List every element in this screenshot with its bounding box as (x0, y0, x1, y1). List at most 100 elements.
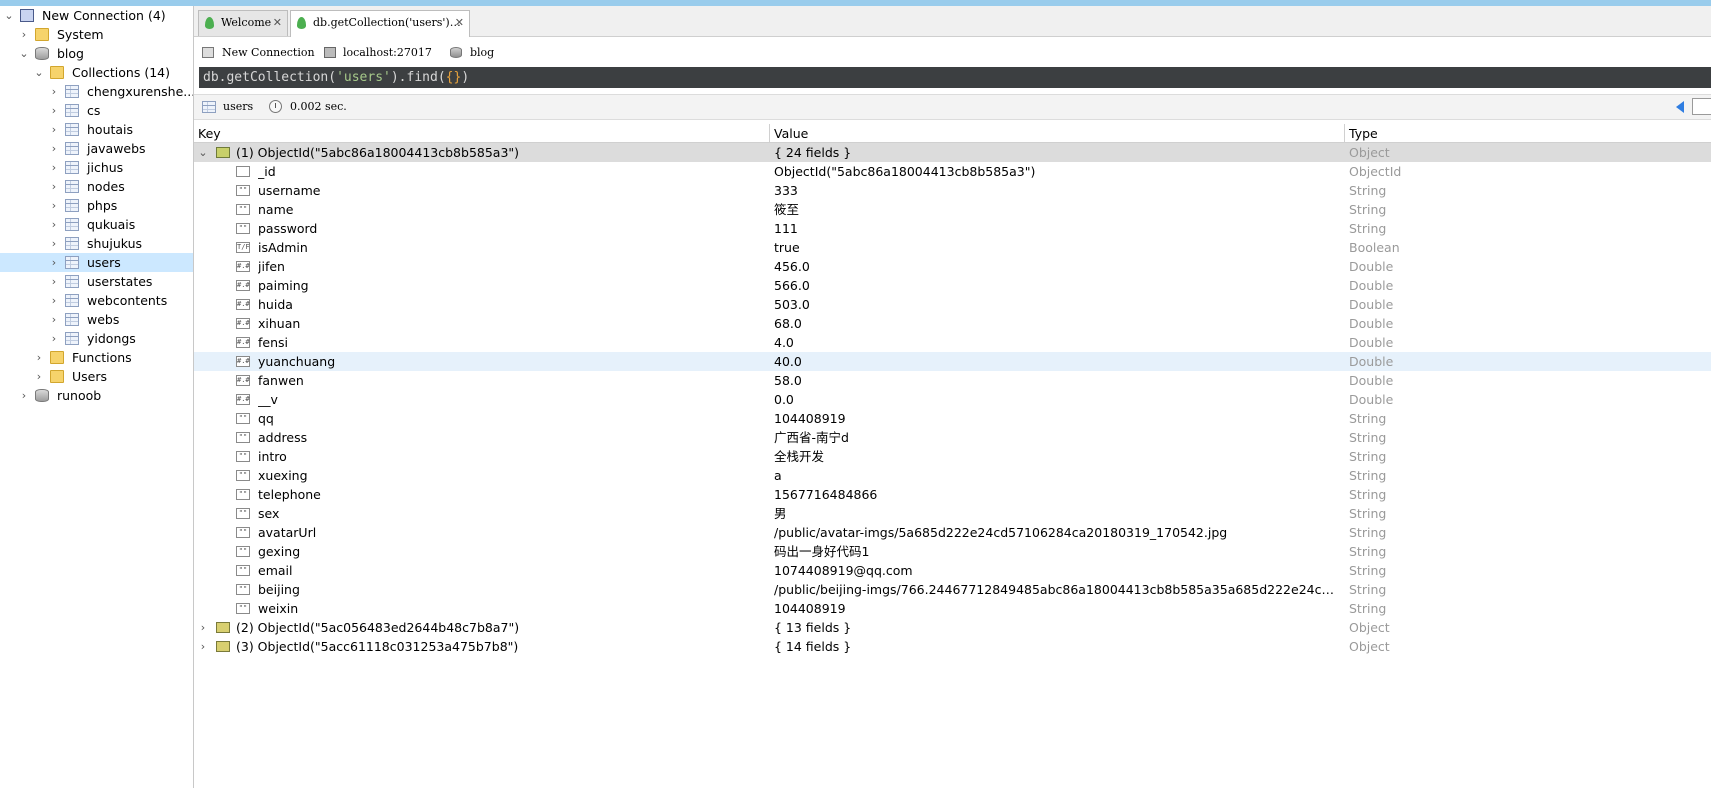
sidebar-item-system[interactable]: › System (0, 25, 193, 44)
field-row[interactable]: "" gexing 码出一身好代码1 String (194, 542, 1711, 561)
chevron-right-icon[interactable]: › (49, 101, 59, 120)
chevron-right-icon[interactable]: › (198, 637, 208, 656)
chevron-right-icon[interactable]: › (34, 367, 44, 386)
chevron-right-icon[interactable]: › (49, 158, 59, 177)
field-row[interactable]: "" password 111 String (194, 219, 1711, 238)
number-type-icon: #.# (236, 299, 250, 310)
sidebar-item-new-connection-4[interactable]: ⌄ New Connection (4) (0, 6, 193, 25)
document-row[interactable]: ⌄ (1) ObjectId("5abc86a18004413cb8b585a3"… (194, 143, 1711, 162)
type-cell: String (1349, 601, 1387, 616)
chevron-down-icon[interactable]: ⌄ (19, 44, 29, 63)
close-icon[interactable]: ✕ (273, 11, 282, 35)
column-header-type[interactable]: Type (1345, 124, 1711, 143)
query-filter: {} (445, 70, 462, 85)
field-row[interactable]: "" name 筱至 String (194, 200, 1711, 219)
sidebar-item-nodes[interactable]: › nodes (0, 177, 193, 196)
field-row[interactable]: "" address 广西省-南宁d String (194, 428, 1711, 447)
chevron-right-icon[interactable]: › (49, 291, 59, 310)
connection-name: New Connection (222, 46, 315, 59)
query-editor[interactable]: db.getCollection('users').find({}) (199, 67, 1711, 88)
key-cell: beijing (258, 582, 300, 597)
field-row[interactable]: "" qq 104408919 String (194, 409, 1711, 428)
tab-welcome[interactable]: Welcome ✕ (198, 10, 288, 36)
field-row[interactable]: #.# huida 503.0 Double (194, 295, 1711, 314)
sidebar-item-label: New Connection (4) (42, 8, 166, 23)
sidebar-item-cs[interactable]: › cs (0, 101, 193, 120)
field-row[interactable]: "" sex 男 String (194, 504, 1711, 523)
sidebar-item-yidongs[interactable]: › yidongs (0, 329, 193, 348)
field-row[interactable]: "" telephone 1567716484866 String (194, 485, 1711, 504)
sidebar-item-users[interactable]: › users (0, 253, 193, 272)
sidebar-item-jichus[interactable]: › jichus (0, 158, 193, 177)
chevron-right-icon[interactable]: › (198, 618, 208, 637)
result-collection: users (223, 100, 254, 113)
chevron-down-icon[interactable]: ⌄ (198, 143, 208, 162)
sidebar-item-collections-14[interactable]: ⌄ Collections (14) (0, 63, 193, 82)
chevron-right-icon[interactable]: › (49, 82, 59, 101)
field-row[interactable]: _id ObjectId("5abc86a18004413cb8b585a3") O… (194, 162, 1711, 181)
sidebar-item-runoob[interactable]: › runoob (0, 386, 193, 405)
field-row[interactable]: #.# fanwen 58.0 Double (194, 371, 1711, 390)
field-row[interactable]: "" beijing/public/beijing-imgs/766.244677… (194, 580, 1711, 599)
string-type-icon: "" (236, 413, 250, 424)
field-row[interactable]: #.# jifen 456.0 Double (194, 257, 1711, 276)
sidebar-item-label: houtais (87, 122, 134, 137)
field-row[interactable]: "" intro 全栈开发 String (194, 447, 1711, 466)
chevron-right-icon[interactable]: › (49, 139, 59, 158)
field-row[interactable]: #.# fensi 4.0 Double (194, 333, 1711, 352)
collection-icon (65, 199, 79, 212)
connection-tree[interactable]: ⌄ New Connection (4) › System ⌄ blog ⌄ Collecti… (0, 6, 194, 788)
sidebar-item-users[interactable]: › Users (0, 367, 193, 386)
sidebar-item-functions[interactable]: › Functions (0, 348, 193, 367)
string-type-icon: "" (236, 223, 250, 234)
field-row[interactable]: "" weixin 104408919 String (194, 599, 1711, 618)
chevron-right-icon[interactable]: › (19, 25, 29, 44)
sidebar-item-chengxurenshe[interactable]: › chengxurenshe... (0, 82, 193, 101)
chevron-right-icon[interactable]: › (34, 348, 44, 367)
page-size-input[interactable] (1692, 98, 1711, 115)
chevron-down-icon[interactable]: ⌄ (4, 6, 14, 25)
sidebar-item-qukuais[interactable]: › qukuais (0, 215, 193, 234)
chevron-right-icon[interactable]: › (49, 177, 59, 196)
sidebar-item-webcontents[interactable]: › webcontents (0, 291, 193, 310)
chevron-right-icon[interactable]: › (49, 253, 59, 272)
chevron-right-icon[interactable]: › (19, 386, 29, 405)
sidebar-item-javawebs[interactable]: › javawebs (0, 139, 193, 158)
sidebar-item-userstates[interactable]: › userstates (0, 272, 193, 291)
chevron-right-icon[interactable]: › (49, 310, 59, 329)
tab-users-query[interactable]: db.getCollection('users')… ✕ (290, 10, 470, 37)
field-row[interactable]: "" username 333 String (194, 181, 1711, 200)
document-row[interactable]: › (3) ObjectId("5acc61118c031253a475b7b8"… (194, 637, 1711, 656)
key-cell: (1) ObjectId("5abc86a18004413cb8b585a3") (236, 145, 520, 160)
sidebar-item-webs[interactable]: › webs (0, 310, 193, 329)
column-header-key[interactable]: Key (194, 124, 770, 143)
chevron-right-icon[interactable]: › (49, 120, 59, 139)
sidebar-item-houtais[interactable]: › houtais (0, 120, 193, 139)
sidebar-item-blog[interactable]: ⌄ blog (0, 44, 193, 63)
chevron-down-icon[interactable]: ⌄ (34, 63, 44, 82)
field-row[interactable]: "" xuexing a String (194, 466, 1711, 485)
field-row[interactable]: "" avatarUrl/public/avatar-imgs/5a685d222… (194, 523, 1711, 542)
previous-page-arrow-icon[interactable] (1676, 101, 1684, 113)
chevron-right-icon[interactable]: › (49, 196, 59, 215)
field-row[interactable]: #.# yuanchuang 40.0 Double (194, 352, 1711, 371)
collection-icon (65, 180, 79, 193)
value-cell: 503.0 (774, 297, 810, 312)
tab-bar: Welcome ✕ db.getCollection('users')… ✕ (194, 6, 1711, 37)
field-row[interactable]: #.# paiming 566.0 Double (194, 276, 1711, 295)
column-header-value[interactable]: Value (770, 124, 1345, 143)
sidebar-item-shujukus[interactable]: › shujukus (0, 234, 193, 253)
field-row[interactable]: "" email 1074408919@qq.com String (194, 561, 1711, 580)
field-row[interactable]: T/F isAdmin true Boolean (194, 238, 1711, 257)
chevron-right-icon[interactable]: › (49, 272, 59, 291)
chevron-right-icon[interactable]: › (49, 329, 59, 348)
field-row[interactable]: #.# __v 0.0 Double (194, 390, 1711, 409)
sidebar-item-label: shujukus (87, 236, 143, 251)
document-row[interactable]: › (2) ObjectId("5ac056483ed2644b48c7b8a7"… (194, 618, 1711, 637)
field-row[interactable]: #.# xihuan 68.0 Double (194, 314, 1711, 333)
sidebar-item-phps[interactable]: › phps (0, 196, 193, 215)
chevron-right-icon[interactable]: › (49, 234, 59, 253)
chevron-right-icon[interactable]: › (49, 215, 59, 234)
close-icon[interactable]: ✕ (455, 11, 464, 35)
sidebar-item-label: cs (87, 103, 101, 118)
